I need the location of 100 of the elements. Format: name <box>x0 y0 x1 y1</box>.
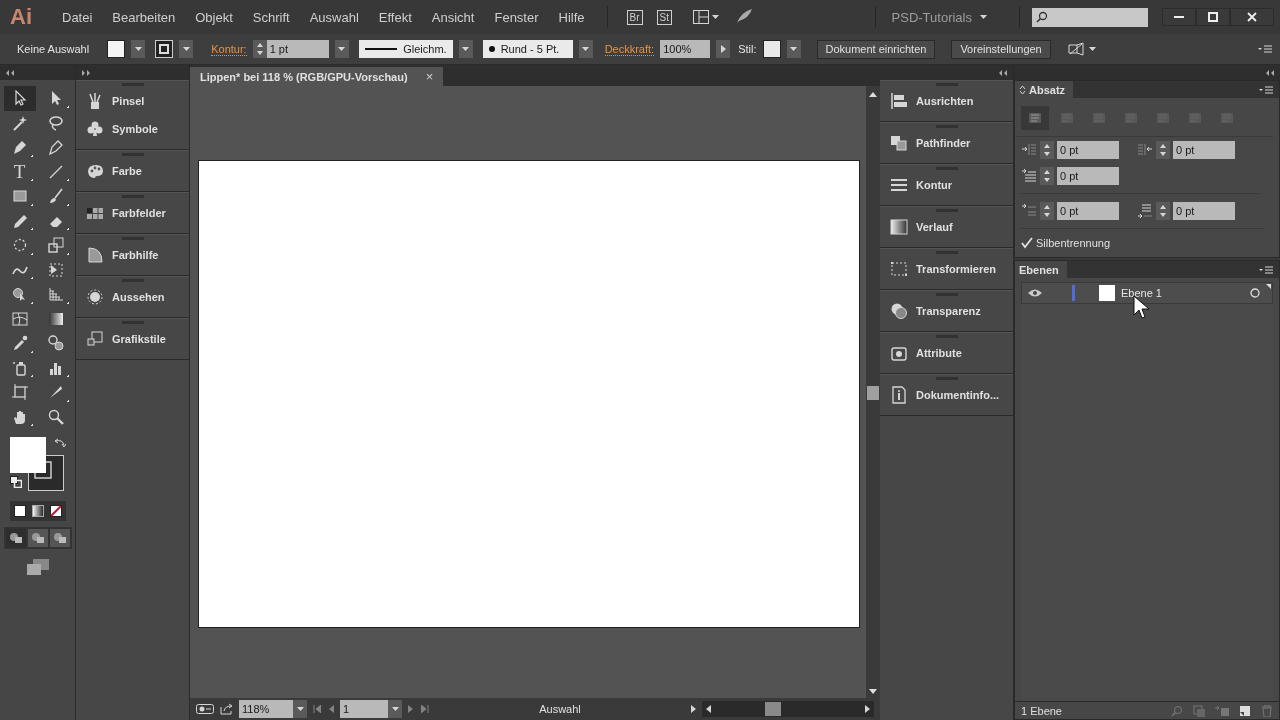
fill-swatch[interactable] <box>107 40 126 58</box>
previous-icon[interactable] <box>329 705 334 713</box>
panel-button[interactable]: Farbhilfe <box>76 241 189 269</box>
panel-button[interactable]: Dokumentinfo... <box>880 381 1013 409</box>
opacity-field[interactable]: 100% <box>660 40 711 58</box>
panel-button[interactable]: Attribute <box>880 339 1013 367</box>
default-colors-icon[interactable] <box>9 476 22 488</box>
collapse-arrows-icon[interactable] <box>1266 69 1274 76</box>
status-menu-button[interactable] <box>691 705 696 713</box>
panel-button[interactable]: Symbole <box>76 115 189 143</box>
value-field[interactable]: 0 pt <box>1057 141 1119 159</box>
color-mode-button[interactable] <box>47 503 64 519</box>
app-switch-button[interactable]: Br <box>626 9 643 25</box>
value-field[interactable]: 0 pt <box>1057 167 1119 185</box>
menu-item[interactable]: Ansicht <box>421 9 485 25</box>
align-button[interactable] <box>1021 106 1049 130</box>
screen-mode-button[interactable] <box>26 559 49 578</box>
stroke-link[interactable]: Kontur: <box>211 42 247 56</box>
spinner-button[interactable] <box>1156 141 1170 159</box>
spinner-button[interactable] <box>252 40 267 58</box>
draw-mode-button[interactable] <box>49 529 70 547</box>
panel-button[interactable]: Pathfinder <box>880 129 1013 157</box>
value-field[interactable]: 0 pt <box>1173 141 1235 159</box>
dropdown-button[interactable] <box>578 40 593 58</box>
layer-row[interactable]: Ebene 1 <box>1021 282 1273 304</box>
panel-button[interactable]: Transformieren <box>880 255 1013 283</box>
opacity-link[interactable]: Deckkraft: <box>604 42 655 56</box>
brush-dropdown[interactable]: Rund - 5 Pt. <box>482 40 573 58</box>
menu-item[interactable]: Auswahl <box>299 9 369 25</box>
panel-button[interactable]: Ausrichten <box>880 87 1013 115</box>
document-tab[interactable]: Lippen* bei 118 % (RGB/GPU-Vorschau) × <box>190 67 444 86</box>
workspace-switcher[interactable]: PSD-Tutorials <box>887 5 991 29</box>
panel-button[interactable]: Pinsel <box>76 87 189 115</box>
search-field[interactable] <box>1032 7 1148 27</box>
next-icon[interactable] <box>408 705 413 713</box>
scroll-thumb[interactable] <box>765 702 781 716</box>
app-switch-button[interactable]: St <box>656 9 672 25</box>
dropdown-button[interactable] <box>388 700 402 718</box>
close-button[interactable] <box>1230 8 1274 26</box>
new-layer-icon[interactable] <box>1239 704 1251 717</box>
spinner-button[interactable] <box>1040 167 1054 185</box>
last-page-icon[interactable] <box>421 705 429 713</box>
toolbar-button[interactable]: Dokument einrichten <box>816 39 936 59</box>
panel-button[interactable]: Kontur <box>880 171 1013 199</box>
checkbox[interactable] <box>1021 237 1033 249</box>
menu-item[interactable]: Datei <box>52 9 103 25</box>
share-button[interactable] <box>220 703 233 715</box>
dropdown-button[interactable] <box>458 40 473 58</box>
dropdown-button[interactable] <box>334 40 349 58</box>
vertical-scrollbar[interactable] <box>866 86 880 698</box>
panel-button[interactable]: Farbfelder <box>76 199 189 227</box>
menu-item[interactable]: Hilfe <box>548 9 595 25</box>
dropdown-button[interactable] <box>131 40 146 58</box>
spinner-button[interactable] <box>1040 202 1054 220</box>
panel-tab[interactable]: Absatz <box>1015 81 1074 98</box>
opacity-arrow-button[interactable] <box>716 40 731 58</box>
collapse-arrows-icon[interactable] <box>999 69 1007 76</box>
fill-stroke-swatches[interactable] <box>9 437 64 491</box>
style-swatch[interactable] <box>762 40 781 58</box>
panel-button[interactable]: Grafikstile <box>76 325 189 353</box>
layout-button[interactable] <box>693 10 719 24</box>
spinner-button[interactable] <box>1156 202 1170 220</box>
value-field[interactable]: 0 pt <box>1173 202 1235 220</box>
dropdown-button[interactable] <box>786 40 801 58</box>
value-field[interactable]: 0 pt <box>1057 202 1119 220</box>
menu-item[interactable]: Schrift <box>242 9 300 25</box>
swap-arrows-icon[interactable] <box>53 437 66 449</box>
dropdown-button[interactable] <box>179 40 194 58</box>
zoom-field[interactable]: 118% <box>239 700 293 718</box>
stroke-profile-dropdown[interactable]: Gleichm. <box>358 40 453 58</box>
spinner-button[interactable] <box>1040 141 1054 159</box>
panel-button[interactable]: Farbe <box>76 157 189 185</box>
panel-button[interactable]: Transparenz <box>880 297 1013 325</box>
expand-arrows-icon[interactable] <box>82 69 90 76</box>
first-page-icon[interactable] <box>313 705 321 713</box>
draw-mode-button[interactable] <box>5 529 26 547</box>
toolbar-button[interactable]: Voreinstellungen <box>951 39 1051 59</box>
control-menu-button[interactable] <box>1258 45 1272 53</box>
menu-item[interactable]: Effekt <box>368 9 422 25</box>
dropdown-button[interactable] <box>293 700 307 718</box>
panel-tab[interactable]: Ebenen <box>1015 261 1067 278</box>
stroke-swatch[interactable] <box>155 40 174 58</box>
menu-item[interactable]: Objekt <box>185 9 243 25</box>
close-tab-button[interactable]: × <box>425 69 434 84</box>
artboard-field[interactable]: 1 <box>340 700 388 718</box>
maximize-button[interactable] <box>1196 8 1230 26</box>
minimize-button[interactable] <box>1162 8 1196 26</box>
color-mode-button[interactable] <box>29 503 46 519</box>
gpu-button[interactable] <box>196 704 214 714</box>
collapse-arrows-icon[interactable] <box>6 69 14 76</box>
value-field[interactable]: 1 pt <box>266 40 329 58</box>
draw-mode-button[interactable] <box>27 529 48 547</box>
puppet-warp-button[interactable] <box>1066 42 1096 56</box>
visibility-toggle[interactable] <box>1028 289 1042 297</box>
menu-item[interactable]: Bearbeiten <box>102 9 186 25</box>
scroll-thumb[interactable] <box>867 386 879 400</box>
panel-button[interactable]: Verlauf <box>880 213 1013 241</box>
target-button[interactable] <box>1250 288 1260 298</box>
color-mode-button[interactable] <box>11 503 28 519</box>
menu-item[interactable]: Fenster <box>484 9 549 25</box>
